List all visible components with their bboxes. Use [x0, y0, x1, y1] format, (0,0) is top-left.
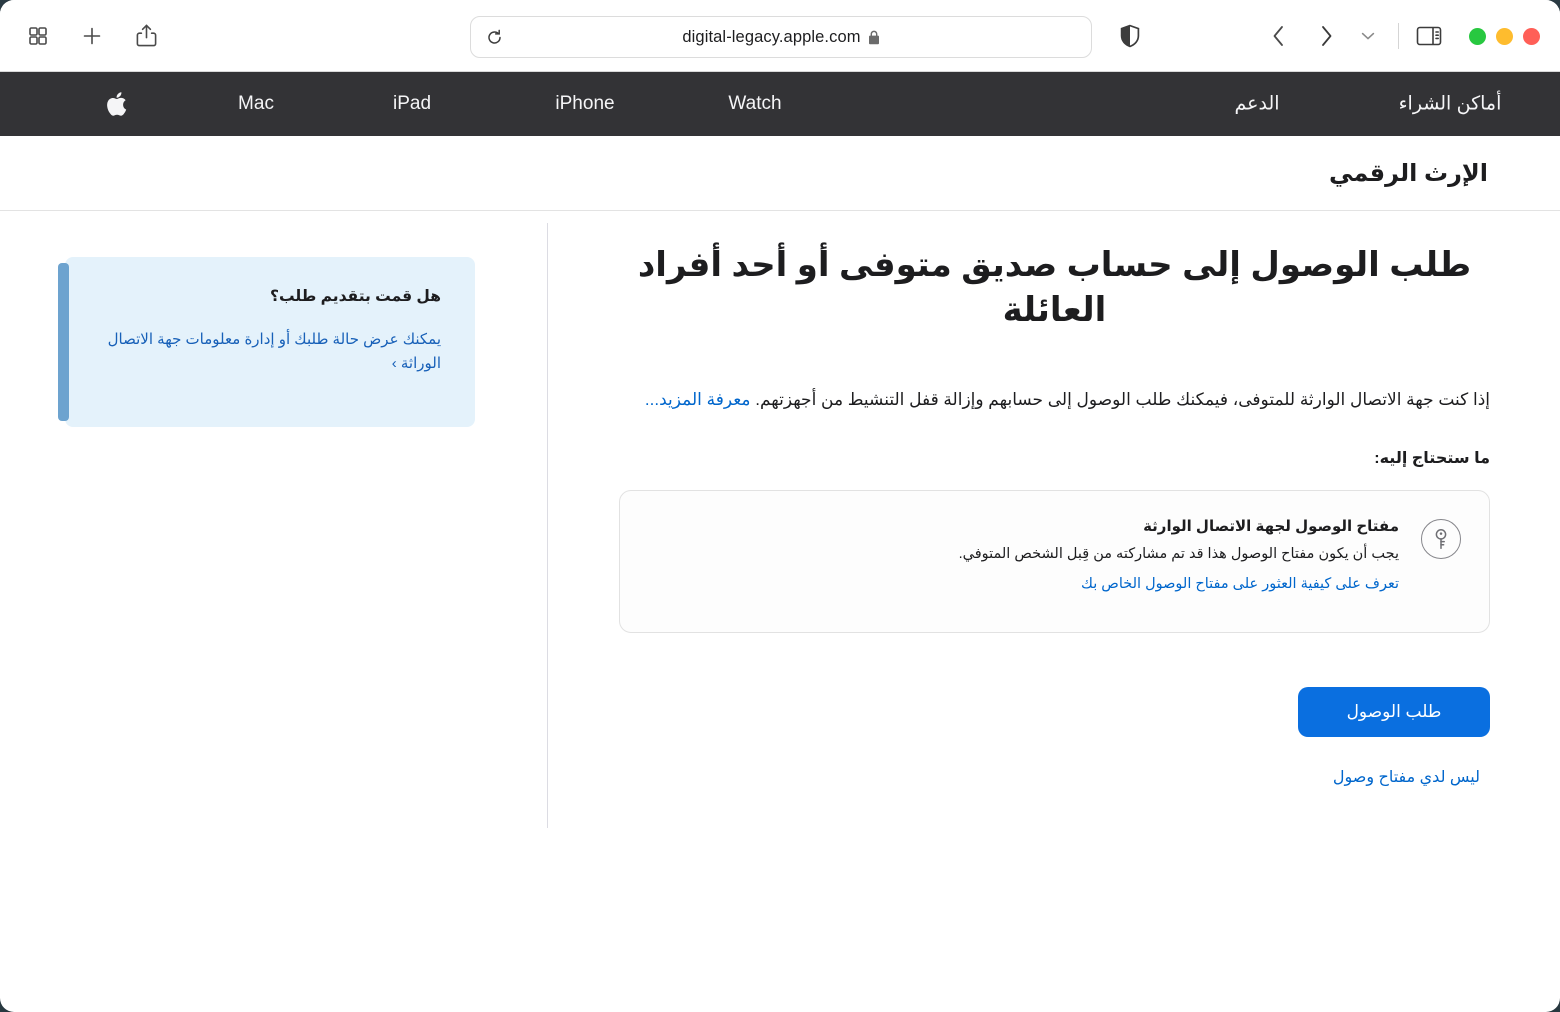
- window-traffic-lights: [1469, 27, 1540, 45]
- window-close-button[interactable]: [1523, 27, 1540, 45]
- learn-more-link[interactable]: معرفة المزيد...: [645, 390, 751, 409]
- share-icon[interactable]: [132, 22, 160, 50]
- global-nav-item-watch[interactable]: Watch: [728, 93, 781, 115]
- chevron-down-icon[interactable]: [1354, 22, 1382, 50]
- request-access-button[interactable]: طلب الوصول: [1298, 687, 1490, 738]
- address-bar[interactable]: digital-legacy.apple.com: [470, 16, 1092, 58]
- access-key-title: مفتاح الوصول لجهة الاتصال الوارثة: [1143, 518, 1399, 536]
- nav-arrows: [1264, 22, 1340, 50]
- no-access-key-link[interactable]: ليس لدي مفتاح وصول: [1333, 767, 1490, 787]
- global-nav-item-iphone[interactable]: iPhone: [555, 93, 614, 115]
- global-nav-items: Mac iPad iPhone Watch الدعم أماكن الشراء: [0, 72, 1560, 136]
- toolbar-left-controls: [0, 22, 160, 50]
- plus-icon[interactable]: [78, 22, 106, 50]
- access-key-info-box: مفتاح الوصول لجهة الاتصال الوارثة يجب أن…: [619, 490, 1490, 634]
- access-key-info-body: مفتاح الوصول لجهة الاتصال الوارثة يجب أن…: [648, 517, 1399, 593]
- global-nav-item-support[interactable]: الدعم: [1234, 93, 1279, 116]
- toolbar-divider: [1398, 23, 1399, 49]
- intro-paragraph: إذا كنت جهة الاتصال الوارثة للمتوفى، فيم…: [619, 387, 1490, 414]
- page-header: الإرث الرقمي: [0, 136, 1560, 211]
- window-minimize-button[interactable]: [1496, 27, 1513, 45]
- toolbar-right-controls: [1116, 0, 1540, 72]
- address-bar-content: digital-legacy.apple.com: [471, 28, 1091, 47]
- chevron-back-icon[interactable]: [1264, 22, 1292, 50]
- url-text: digital-legacy.apple.com: [682, 27, 861, 46]
- action-area: طلب الوصول ليس لدي مفتاح وصول: [619, 687, 1490, 787]
- card-accent-bar: [58, 263, 69, 421]
- privacy-shield-icon[interactable]: [1116, 22, 1144, 50]
- manage-request-link[interactable]: يمكنك عرض حالة طلبك أو إدارة معلومات جهة…: [95, 328, 441, 377]
- key-circle-icon: [1421, 519, 1461, 560]
- column-divider: [547, 223, 548, 828]
- chevron-forward-icon[interactable]: [1312, 22, 1340, 50]
- requirements-label: ما ستحتاج إليه:: [1374, 450, 1490, 468]
- access-key-description: يجب أن يكون مفتاح الوصول هذا قد تم مشارك…: [958, 546, 1399, 563]
- global-nav-item-mac[interactable]: Mac: [238, 93, 274, 115]
- existing-request-card[interactable]: هل قمت بتقديم طلب؟ يمكنك عرض حالة طلبك أ…: [58, 257, 475, 427]
- browser-toolbar: digital-legacy.apple.com: [0, 0, 1560, 72]
- global-nav-item-where-to-buy[interactable]: أماكن الشراء: [1399, 93, 1502, 116]
- find-access-key-link[interactable]: تعرف على كيفية العثور على مفتاح الوصول ا…: [1081, 576, 1399, 592]
- main-column: طلب الوصول إلى حساب صديق متوفى أو أحد أف…: [547, 211, 1560, 986]
- grid-tabs-icon[interactable]: [24, 22, 52, 50]
- main-headline: طلب الوصول إلى حساب صديق متوفى أو أحد أف…: [637, 246, 1472, 330]
- apple-global-nav: Mac iPad iPhone Watch الدعم أماكن الشراء: [0, 72, 1560, 136]
- aside-column: هل قمت بتقديم طلب؟ يمكنك عرض حالة طلبك أ…: [0, 211, 547, 986]
- sidebar-toggle-icon[interactable]: [1415, 22, 1443, 50]
- global-nav-item-ipad[interactable]: iPad: [393, 93, 431, 115]
- apple-logo-icon[interactable]: [105, 91, 127, 118]
- intro-text: إذا كنت جهة الاتصال الوارثة للمتوفى، فيم…: [750, 390, 1490, 410]
- browser-window: digital-legacy.apple.com Mac iPad iPhone…: [0, 0, 1560, 1012]
- lock-icon: [868, 30, 879, 44]
- page-content: طلب الوصول إلى حساب صديق متوفى أو أحد أف…: [0, 211, 1560, 986]
- window-zoom-button[interactable]: [1469, 27, 1486, 45]
- existing-request-title: هل قمت بتقديم طلب؟: [269, 288, 441, 305]
- reload-icon[interactable]: [483, 26, 505, 48]
- address-bar-container: digital-legacy.apple.com: [470, 16, 1092, 58]
- page-title: الإرث الرقمي: [1329, 159, 1488, 187]
